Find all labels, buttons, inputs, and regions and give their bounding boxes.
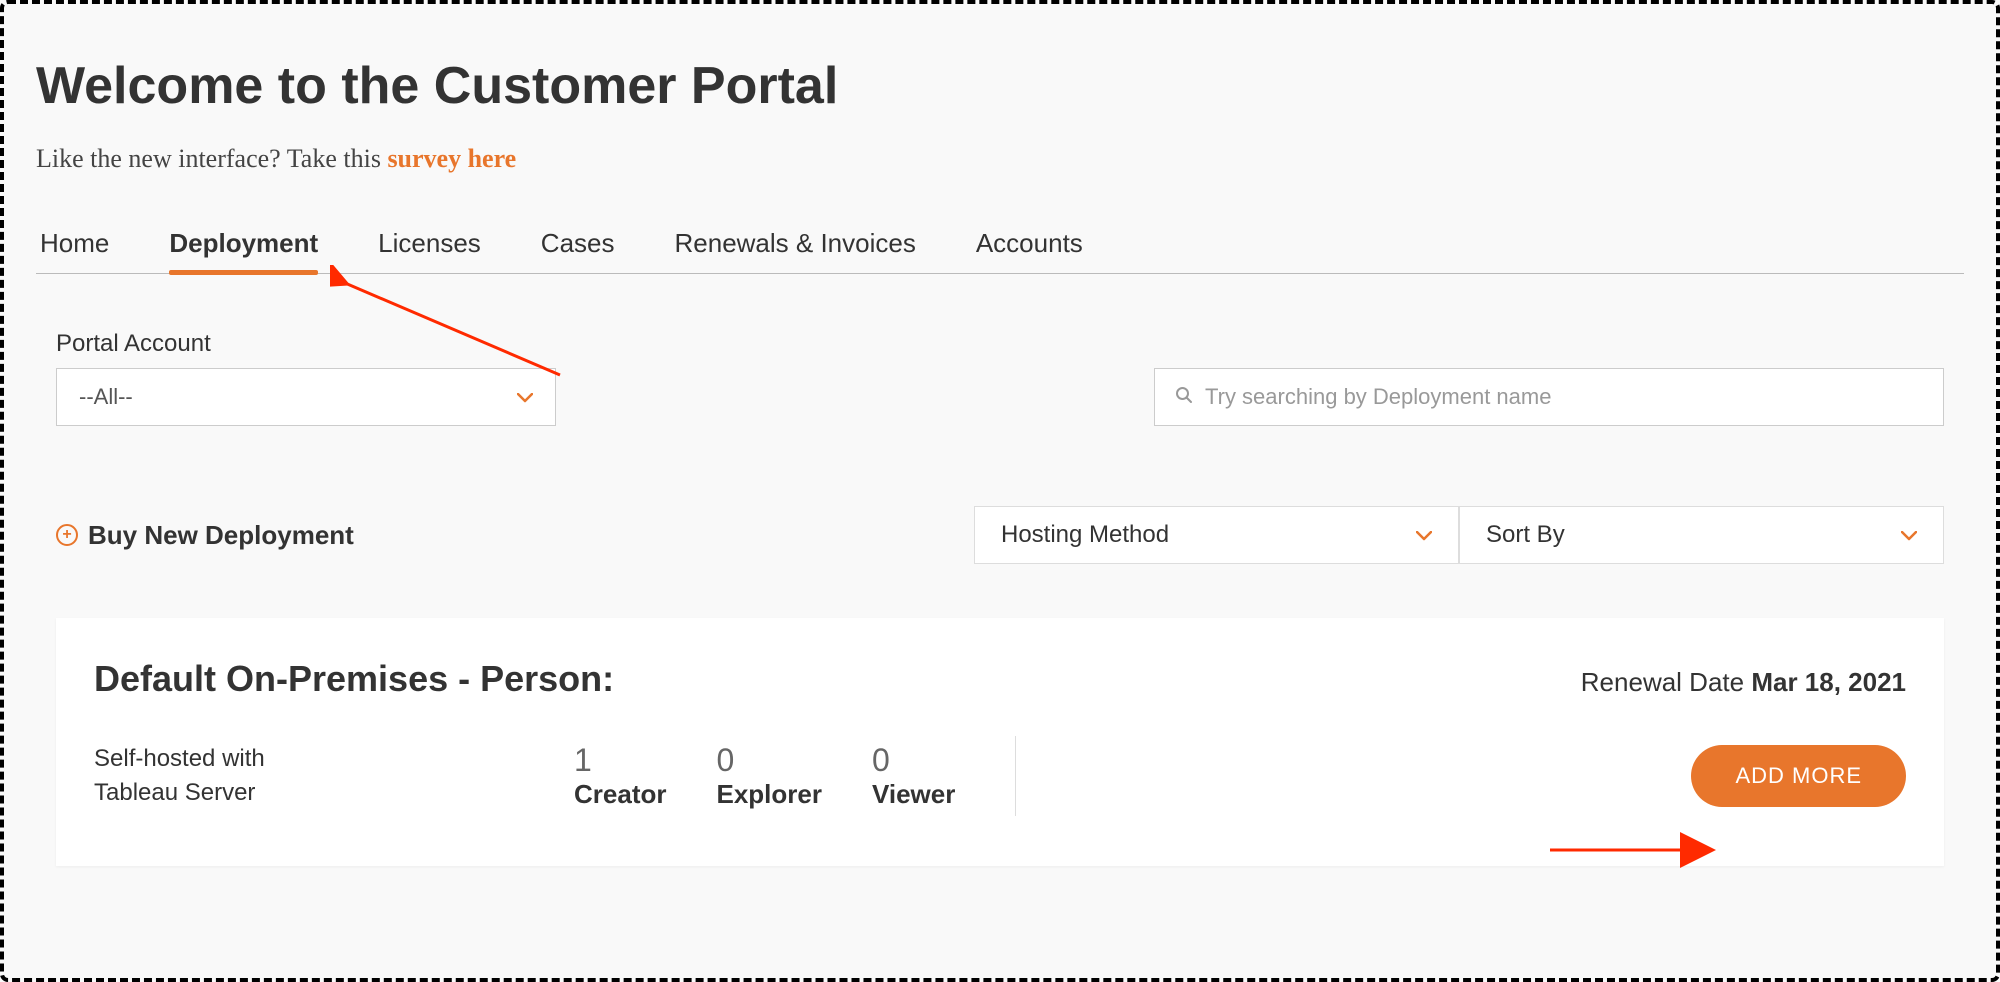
sort-by-select[interactable]: Sort By [1459, 506, 1944, 564]
hosting-method-label: Hosting Method [1001, 521, 1169, 549]
tab-home[interactable]: Home [40, 222, 109, 273]
tab-deployment[interactable]: Deployment [169, 222, 318, 273]
chevron-down-icon [517, 387, 533, 408]
tab-bar: Home Deployment Licenses Cases Renewals … [36, 222, 1964, 274]
portal-account-group: Portal Account --All-- [56, 330, 556, 426]
sort-controls: Hosting Method Sort By [974, 506, 1944, 564]
tab-accounts[interactable]: Accounts [976, 222, 1083, 273]
stat-explorer: 0 Explorer [716, 742, 822, 810]
search-box[interactable] [1154, 368, 1944, 426]
plus-circle-icon: + [56, 524, 78, 546]
page-title: Welcome to the Customer Portal [36, 56, 1964, 116]
renewal-label: Renewal Date [1581, 667, 1752, 697]
search-input[interactable] [1205, 384, 1923, 410]
renewal-date: Mar 18, 2021 [1751, 667, 1906, 697]
deployment-title: Default On-Premises - Person: [94, 658, 614, 700]
hosting-line-1: Self-hosted with [94, 745, 265, 772]
license-stats: 1 Creator 0 Explorer 0 Viewer [574, 742, 955, 810]
hosting-description: Self-hosted with Tableau Server [94, 742, 574, 809]
portal-account-select[interactable]: --All-- [56, 368, 556, 426]
survey-link[interactable]: survey here [387, 144, 516, 173]
search-icon [1175, 386, 1193, 409]
sort-by-label: Sort By [1486, 521, 1565, 549]
card-header: Default On-Premises - Person: Renewal Da… [94, 658, 1906, 700]
renewal-info: Renewal Date Mar 18, 2021 [1581, 667, 1906, 698]
stat-viewer: 0 Viewer [872, 742, 955, 810]
card-body: Self-hosted with Tableau Server 1 Creato… [94, 736, 1906, 816]
buy-new-deployment-button[interactable]: + Buy New Deployment [56, 520, 354, 551]
portal-account-label: Portal Account [56, 330, 556, 358]
hosting-line-2: Tableau Server [94, 779, 255, 806]
deployment-card: Default On-Premises - Person: Renewal Da… [56, 618, 1944, 866]
stat-explorer-count: 0 [716, 742, 822, 779]
stat-viewer-count: 0 [872, 742, 955, 779]
page-container: Welcome to the Customer Portal Like the … [0, 0, 2000, 982]
portal-account-value: --All-- [79, 384, 133, 410]
chevron-down-icon [1416, 525, 1432, 546]
stat-creator-label: Creator [574, 779, 666, 810]
stat-creator-count: 1 [574, 742, 666, 779]
stat-creator: 1 Creator [574, 742, 666, 810]
hosting-method-select[interactable]: Hosting Method [974, 506, 1459, 564]
buy-new-label: Buy New Deployment [88, 520, 354, 551]
survey-prefix: Like the new interface? Take this [36, 144, 387, 173]
tab-licenses[interactable]: Licenses [378, 222, 481, 273]
vertical-divider [1015, 736, 1016, 816]
survey-prompt: Like the new interface? Take this survey… [36, 144, 1964, 174]
tab-cases[interactable]: Cases [541, 222, 615, 273]
add-more-button[interactable]: ADD MORE [1691, 745, 1906, 807]
filter-row: Portal Account --All-- [36, 330, 1964, 426]
stat-viewer-label: Viewer [872, 779, 955, 810]
tab-renewals-invoices[interactable]: Renewals & Invoices [675, 222, 916, 273]
stat-explorer-label: Explorer [716, 779, 822, 810]
actions-row: + Buy New Deployment Hosting Method Sort… [36, 506, 1964, 564]
chevron-down-icon [1901, 525, 1917, 546]
